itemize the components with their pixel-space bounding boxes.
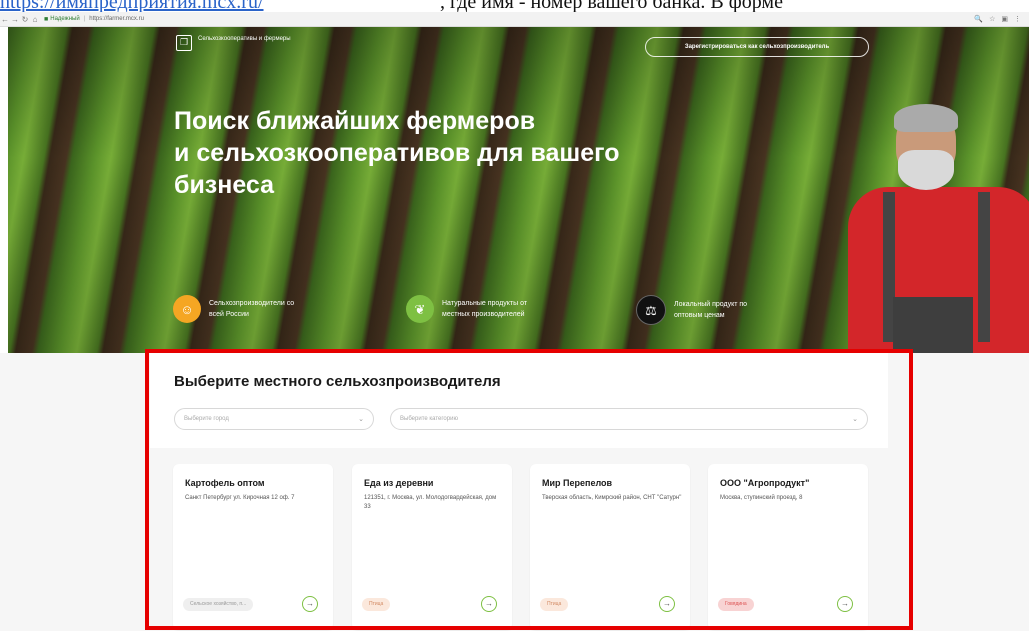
- card-address: 121351, г. Москва, ул. Молодогвардейская…: [364, 495, 497, 510]
- feature-text: местных производителей: [442, 311, 525, 318]
- home-icon[interactable]: ⌂: [30, 15, 40, 24]
- browser-toolbar: ← → ↻ ⌂ ■ Надежный | https://farmer.mcx.…: [0, 12, 1029, 27]
- reload-icon[interactable]: ↻: [20, 15, 30, 24]
- feature-text: Локальный продукт по: [674, 301, 748, 308]
- extension-icon[interactable]: ▣: [1001, 15, 1008, 23]
- secure-label: Надежный: [50, 16, 80, 22]
- category-tag[interactable]: Сельское хозяйство, п...: [183, 598, 254, 611]
- category-tag[interactable]: Птица: [540, 598, 569, 611]
- city-select-placeholder: Выберите город: [184, 416, 229, 422]
- leaf-icon: ❦: [406, 295, 434, 323]
- url-separator: |: [83, 16, 86, 22]
- producer-card[interactable]: Мир Перепелов Тверская область, Кимрский…: [530, 464, 690, 630]
- arrow-right-icon[interactable]: →: [659, 596, 675, 612]
- lock-icon: ■: [44, 15, 49, 23]
- back-icon[interactable]: ←: [0, 15, 10, 24]
- feature-nationwide: ☺ Сельхозпроизводители со всей России: [173, 295, 294, 323]
- category-select[interactable]: Выберите категорию ⌄: [390, 408, 868, 430]
- section-title: Выберите местного сельхозпроизводителя: [174, 373, 501, 390]
- logo-icon: ❐: [176, 35, 192, 51]
- hero-title-line: бизнеса: [174, 171, 275, 199]
- arrow-right-icon[interactable]: →: [837, 596, 853, 612]
- city-select[interactable]: Выберите город ⌄: [174, 408, 374, 430]
- chevron-down-icon: ⌄: [358, 416, 364, 423]
- card-address: Москва, ступинский проезд, 8: [720, 495, 803, 501]
- category-tag[interactable]: Говядина: [718, 598, 754, 611]
- forward-icon[interactable]: →: [10, 15, 20, 24]
- arrow-right-icon[interactable]: →: [481, 596, 497, 612]
- card-address: Тверская область, Кимрский район, СНТ "С…: [542, 495, 682, 501]
- arrow-right-icon[interactable]: →: [302, 596, 318, 612]
- feature-wholesale: ⚖ Локальный продукт по оптовым ценам: [636, 295, 747, 325]
- logo-text: Сельхозкооперативы и фермеры: [198, 36, 291, 42]
- hero-banner: ❐ Сельхозкооперативы и фермеры Зарегистр…: [8, 27, 1029, 353]
- url-text: https://farmer.mcx.ru: [89, 16, 144, 22]
- feature-text: Сельхозпроизводители со: [209, 300, 295, 307]
- star-icon[interactable]: ☆: [989, 15, 995, 23]
- card-title: ООО "Агропродукт": [720, 478, 810, 488]
- zoom-icon[interactable]: 🔍: [974, 15, 983, 23]
- menu-icon[interactable]: ⋮: [1014, 15, 1021, 23]
- feature-text: оптовым ценам: [674, 312, 725, 319]
- category-tag[interactable]: Птица: [362, 598, 391, 611]
- site-logo[interactable]: ❐ Сельхозкооперативы и фермеры: [176, 35, 308, 51]
- card-title: Еда из деревни: [364, 478, 434, 488]
- hero-title-line: и сельхозкооперативов для вашего: [174, 139, 620, 167]
- document-text-strip: https://имяпредприятия.mcx.ru/ , где имя…: [0, 0, 1029, 12]
- register-button[interactable]: Зарегистрироваться как сельхозпроизводит…: [645, 37, 869, 57]
- browser-actions: 🔍 ☆ ▣ ⋮: [974, 15, 1029, 23]
- address-bar[interactable]: ■ Надежный | https://farmer.mcx.ru: [44, 14, 144, 24]
- producer-card[interactable]: ООО "Агропродукт" Москва, ступинский про…: [708, 464, 868, 630]
- feature-text: Натуральные продукты от: [442, 300, 528, 307]
- category-select-placeholder: Выберите категорию: [400, 416, 458, 422]
- chevron-down-icon: ⌄: [852, 416, 858, 423]
- card-title: Мир Перепелов: [542, 478, 613, 488]
- scale-icon: ⚖: [636, 295, 666, 325]
- card-title: Картофель оптом: [185, 478, 265, 488]
- producer-card[interactable]: Еда из деревни 121351, г. Москва, ул. Мо…: [352, 464, 512, 630]
- hero-title-line: Поиск ближайших фермеров: [174, 107, 536, 135]
- card-address: Санкт Петербург ул. Кирочная 12 оф. 7: [185, 495, 295, 501]
- feature-text: всей России: [209, 311, 249, 318]
- document-text: , где имя - номер вашего банка. В форме: [440, 0, 783, 12]
- farmer-photo: [838, 102, 1029, 353]
- farmer-icon: ☺: [173, 295, 201, 323]
- producer-card[interactable]: Картофель оптом Санкт Петербург ул. Киро…: [173, 464, 333, 630]
- feature-natural-products: ❦ Натуральные продукты от местных произв…: [406, 295, 527, 323]
- hero-title: Поиск ближайших фермеров и сельхозкоопер…: [174, 105, 734, 201]
- filter-panel: [150, 353, 888, 448]
- document-link[interactable]: https://имяпредприятия.mcx.ru/: [0, 0, 264, 12]
